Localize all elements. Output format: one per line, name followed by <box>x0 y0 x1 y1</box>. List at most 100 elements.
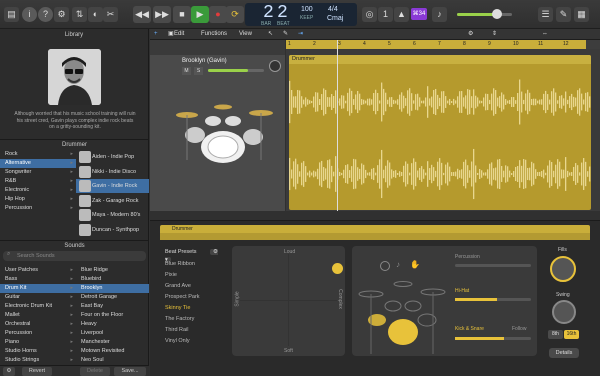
track-volume-slider[interactable] <box>208 69 264 72</box>
sound-patch-8[interactable]: Manchester <box>76 338 149 347</box>
add-track-icon[interactable]: + <box>154 29 158 40</box>
hihat-slider[interactable] <box>455 298 531 301</box>
track-header[interactable]: Brooklyn (Gavin) M S <box>150 55 285 211</box>
lcd-mode-badge[interactable]: ⌘34 <box>411 8 427 20</box>
genre-item-4[interactable]: Electronic ▸ <box>0 186 76 195</box>
sound-patch-0[interactable]: Blue Ridge <box>76 266 149 275</box>
sound-patch-4[interactable]: East Bay <box>76 302 149 311</box>
browser-icon[interactable]: ▦ <box>574 7 589 22</box>
library-icon[interactable]: ▤ <box>4 7 19 22</box>
mute-button[interactable]: M <box>182 67 191 75</box>
preset-item-1[interactable]: Pixie <box>161 270 225 281</box>
sound-category-2[interactable]: Drum Kit ▸ <box>0 284 76 293</box>
sound-patch-10[interactable]: Neo Soul <box>76 356 149 365</box>
drummer-item-1[interactable]: Nikki - Indie Disco <box>76 165 149 179</box>
sound-category-0[interactable]: User Patches ▸ <box>0 266 76 275</box>
save-button[interactable]: Save... <box>114 367 146 376</box>
master-volume-knob[interactable] <box>491 9 502 19</box>
preset-item-4[interactable]: Skinny Tie <box>161 303 225 314</box>
swing-8th-button[interactable]: 8th <box>548 330 563 339</box>
kit-pieces-graphic[interactable] <box>357 276 447 356</box>
percussion-toggle-icon[interactable] <box>380 261 390 271</box>
pointer-tool-icon[interactable]: ↖ <box>268 29 273 40</box>
kick-snare-slider[interactable] <box>455 337 531 340</box>
info-icon[interactable]: i <box>22 7 37 22</box>
details-button[interactable]: Details <box>549 348 579 358</box>
sound-patch-1[interactable]: Bluebird <box>76 275 149 284</box>
track-view-icon[interactable]: ▣ <box>168 29 174 40</box>
menu-view[interactable]: View <box>239 29 252 40</box>
shaker-icon[interactable]: ✋ <box>410 260 420 269</box>
count-in-icon[interactable]: 1 <box>378 7 393 22</box>
rewind-button[interactable]: ◀◀ <box>133 6 151 23</box>
sound-category-1[interactable]: Bass ▸ <box>0 275 76 284</box>
sound-patch-5[interactable]: Four on the Floor <box>76 311 149 320</box>
sound-category-10[interactable]: Studio Strings ▸ <box>0 356 76 365</box>
pan-knob[interactable] <box>269 60 281 72</box>
settings-icon[interactable]: ⚙ <box>54 7 69 22</box>
genre-item-2[interactable]: Songwriter ▸ <box>0 168 76 177</box>
sound-category-4[interactable]: Electronic Drum Kit ▸ <box>0 302 76 311</box>
list-editors-icon[interactable]: ☰ <box>538 7 553 22</box>
delete-button[interactable]: Delete <box>80 367 110 376</box>
sound-category-8[interactable]: Piano ▸ <box>0 338 76 347</box>
master-volume-slider[interactable] <box>457 9 512 19</box>
drummer-item-2[interactable]: Gavin - Indie Rock <box>76 179 149 193</box>
timeline-ruler[interactable]: 1 2 3 4 5 6 7 8 9 10 11 12 <box>286 40 600 49</box>
snap-icon[interactable]: ⚙ <box>468 29 473 40</box>
drummer-item-4[interactable]: Maya - Modern 80's <box>76 208 149 222</box>
menu-edit[interactable]: Edit <box>174 29 184 40</box>
zoom-horizontal-icon[interactable]: ⇔ <box>542 29 548 40</box>
catch-icon[interactable]: ⇥ <box>298 29 303 40</box>
drummer-item-3[interactable]: Zak - Garage Rock <box>76 194 149 208</box>
percussion-slider[interactable] <box>455 264 531 267</box>
pencil-tool-icon[interactable]: ✎ <box>283 29 288 40</box>
record-button[interactable]: ● <box>209 6 227 23</box>
fills-knob[interactable] <box>550 256 576 282</box>
sound-patch-2[interactable]: Brooklyn <box>76 284 149 293</box>
preset-item-0[interactable]: Blue Ribbon <box>161 259 225 270</box>
help-icon[interactable]: ? <box>38 7 53 22</box>
play-button[interactable]: ▶ <box>191 6 209 23</box>
sound-category-9[interactable]: Studio Horns ▸ <box>0 347 76 356</box>
notepad-icon[interactable]: ✎ <box>556 7 571 22</box>
cycle-button[interactable]: ⟳ <box>226 6 244 23</box>
sound-category-5[interactable]: Mallet ▸ <box>0 311 76 320</box>
sounds-search-input[interactable]: Search Sounds <box>3 251 146 261</box>
mixer-icon[interactable]: ⇅ <box>72 7 87 22</box>
lcd-display[interactable]: 2 2 BAR BEAT 100 KEEP 4/4 Cmaj <box>245 3 357 27</box>
genre-item-0[interactable]: Rock ▸ <box>0 150 76 159</box>
preset-item-7[interactable]: Vinyl Only <box>161 336 225 347</box>
revert-button[interactable]: Revert <box>22 367 52 376</box>
tambourine-icon[interactable]: ♪ <box>396 260 400 269</box>
genre-item-3[interactable]: R&B ▸ <box>0 177 76 186</box>
genre-item-6[interactable]: Percussion ▸ <box>0 204 76 213</box>
drummer-item-5[interactable]: Duncan - Synthpop <box>76 223 149 237</box>
metronome-icon[interactable]: ▲ <box>394 7 409 22</box>
scissors-icon[interactable]: ✂ <box>103 7 118 22</box>
swing-16th-button[interactable]: 16th <box>564 330 579 339</box>
genre-item-1[interactable]: Alternative ▸ <box>0 159 76 168</box>
solo-button[interactable]: S <box>194 67 203 75</box>
sound-category-7[interactable]: Percussion ▸ <box>0 329 76 338</box>
forward-button[interactable]: ▶▶ <box>153 6 171 23</box>
sound-category-6[interactable]: Orchestral ▸ <box>0 320 76 329</box>
preset-item-2[interactable]: Grand Ave <box>161 281 225 292</box>
gear-icon[interactable]: ⚙ <box>3 367 15 376</box>
drummer-item-0[interactable]: Aiden - Indie Pop <box>76 150 149 164</box>
tuner-icon[interactable]: ◎ <box>362 7 377 22</box>
preset-item-6[interactable]: Third Rail <box>161 325 225 336</box>
sound-patch-9[interactable]: Motown Revisited <box>76 347 149 356</box>
sound-patch-7[interactable]: Liverpool <box>76 329 149 338</box>
tuning-fork-icon[interactable]: ♪ <box>432 7 447 22</box>
playhead[interactable] <box>337 40 338 211</box>
sound-patch-3[interactable]: Detroit Garage <box>76 293 149 302</box>
swing-knob[interactable] <box>552 300 576 324</box>
xy-pad[interactable]: Loud Soft Simple Complex <box>232 246 345 356</box>
pad-puck[interactable] <box>332 263 343 274</box>
editor-icon[interactable]: ◐ <box>88 7 103 22</box>
sound-category-3[interactable]: Guitar ▸ <box>0 293 76 302</box>
preset-item-5[interactable]: The Factory <box>161 314 225 325</box>
menu-functions[interactable]: Functions <box>201 29 227 40</box>
sound-patch-6[interactable]: Heavy <box>76 320 149 329</box>
